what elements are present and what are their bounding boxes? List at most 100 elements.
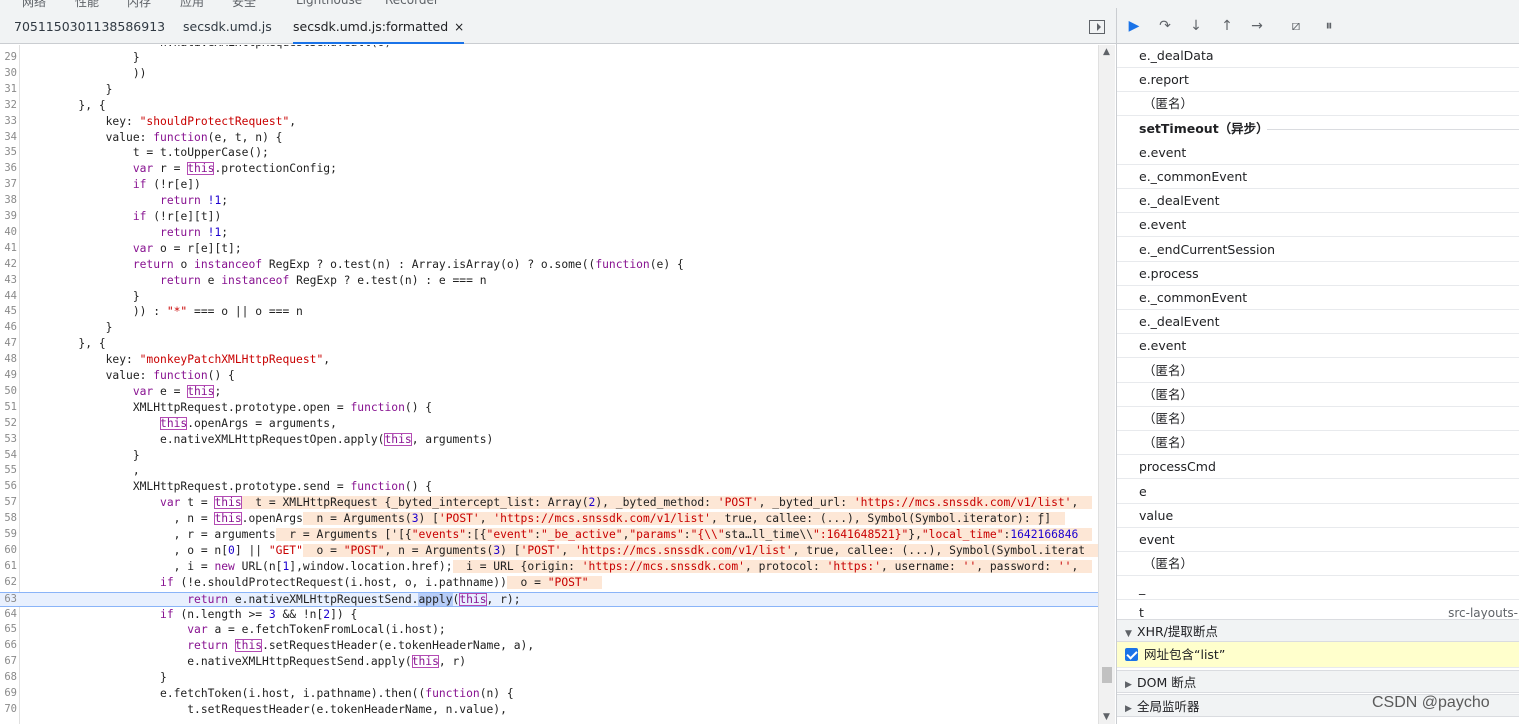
line-number[interactable]: 46 bbox=[0, 321, 17, 333]
line-number[interactable]: 60 bbox=[0, 544, 17, 556]
step-icon[interactable]: → bbox=[1248, 18, 1266, 34]
line-number[interactable]: 52 bbox=[0, 417, 17, 429]
scroll-thumb[interactable] bbox=[1102, 667, 1112, 683]
call-frame[interactable]: e.report bbox=[1117, 68, 1519, 93]
code-line[interactable]: 46 } bbox=[0, 321, 1098, 337]
code-line[interactable]: 51 XMLHttpRequest.prototype.open = funct… bbox=[0, 401, 1098, 417]
step-out-icon[interactable]: ↑ bbox=[1218, 18, 1236, 34]
line-number[interactable]: 33 bbox=[0, 115, 17, 127]
call-frame[interactable]: e._dealEvent bbox=[1117, 310, 1519, 335]
code-line[interactable]: 70 t.setRequestHeader(e.tokenHeaderName,… bbox=[0, 703, 1098, 719]
code-line[interactable]: 41 var o = r[e][t]; bbox=[0, 242, 1098, 258]
code-line[interactable]: 50 var e = this; bbox=[0, 384, 1098, 401]
line-number[interactable]: 55 bbox=[0, 464, 17, 476]
line-number[interactable]: 30 bbox=[0, 67, 17, 79]
code-line[interactable]: 29 } bbox=[0, 51, 1098, 67]
code-line[interactable]: 48 key: "monkeyPatchXMLHttpRequest", bbox=[0, 353, 1098, 369]
panel-tab[interactable]: Lighthouse bbox=[296, 0, 362, 7]
call-frame[interactable]: （匿名） bbox=[1117, 383, 1519, 407]
code-line[interactable]: 61 , i = new URL(n[1],window.location.hr… bbox=[0, 559, 1098, 576]
code-line[interactable]: 52 this.openArgs = arguments, bbox=[0, 416, 1098, 433]
code-line[interactable]: 43 return e instanceof RegExp ? e.test(n… bbox=[0, 274, 1098, 290]
code-line[interactable]: 57 var t = this t = XMLHttpRequest {_byt… bbox=[0, 496, 1098, 512]
line-number[interactable]: 57 bbox=[0, 496, 17, 508]
line-number[interactable]: 59 bbox=[0, 528, 17, 540]
call-frame[interactable]: processCmd bbox=[1117, 455, 1519, 480]
code-line[interactable]: 30 )) bbox=[0, 67, 1098, 83]
line-number[interactable]: 54 bbox=[0, 449, 17, 461]
call-frame[interactable]: e.process bbox=[1117, 262, 1519, 286]
line-number[interactable]: 44 bbox=[0, 290, 17, 302]
code-line[interactable]: 36 var r = this.protectionConfig; bbox=[0, 162, 1098, 178]
dom-breakpoints-header[interactable]: ▶ DOM 断点 bbox=[1117, 670, 1519, 693]
call-frame[interactable]: （匿名） bbox=[1117, 407, 1519, 431]
line-number[interactable]: 35 bbox=[0, 146, 17, 158]
call-frame[interactable]: e._commonEvent bbox=[1117, 286, 1519, 310]
code-line[interactable]: 67 e.nativeXMLHttpRequestSend.apply(this… bbox=[0, 655, 1098, 671]
code-line[interactable]: 32 }, { bbox=[0, 99, 1098, 115]
scroll-up-icon[interactable]: ▲ bbox=[1103, 47, 1110, 57]
code-line[interactable]: 31 } bbox=[0, 83, 1098, 99]
editor-scrollbar[interactable]: ▲ ▼ bbox=[1098, 45, 1115, 724]
code-line[interactable]: 49 value: function() { bbox=[0, 369, 1098, 385]
code-line[interactable]: 40 return !1; bbox=[0, 226, 1098, 242]
call-frame[interactable]: e.event bbox=[1117, 213, 1519, 238]
line-number[interactable]: 34 bbox=[0, 131, 17, 143]
line-number[interactable]: 38 bbox=[0, 194, 17, 206]
call-frame[interactable]: （匿名） bbox=[1117, 359, 1519, 383]
line-number[interactable]: 49 bbox=[0, 369, 17, 381]
code-line[interactable]: 47 }, { bbox=[0, 337, 1098, 353]
step-over-icon[interactable]: ↷ bbox=[1156, 18, 1174, 34]
call-frame[interactable]: e._dealEvent bbox=[1117, 189, 1519, 214]
line-number[interactable]: 42 bbox=[0, 258, 17, 270]
line-number[interactable]: 65 bbox=[0, 623, 17, 635]
line-number[interactable]: 56 bbox=[0, 480, 17, 492]
line-number[interactable]: 68 bbox=[0, 671, 17, 683]
line-number[interactable]: 70 bbox=[0, 703, 17, 715]
call-frame[interactable]: _ bbox=[1117, 576, 1519, 601]
call-frame[interactable]: e._commonEvent bbox=[1117, 165, 1519, 189]
code-line[interactable]: 55 , bbox=[0, 464, 1098, 480]
code-line[interactable]: 60 , o = n[0] || "GET" o = "POST", n = A… bbox=[0, 543, 1098, 560]
line-number[interactable]: 43 bbox=[0, 274, 17, 286]
panel-tab[interactable]: 安全 bbox=[232, 0, 256, 8]
call-frame[interactable]: value bbox=[1117, 504, 1519, 528]
call-frame[interactable]: e.event bbox=[1117, 141, 1519, 165]
code-line[interactable]: 68 } bbox=[0, 671, 1098, 687]
call-frame[interactable]: （匿名） bbox=[1117, 92, 1519, 117]
call-frame[interactable]: e._dealData bbox=[1117, 44, 1519, 68]
scroll-down-icon[interactable]: ▼ bbox=[1103, 712, 1110, 722]
line-number[interactable]: 50 bbox=[0, 385, 17, 397]
xhr-breakpoints-header[interactable]: ▼ XHR/提取断点 bbox=[1117, 619, 1519, 642]
line-number[interactable]: 48 bbox=[0, 353, 17, 365]
line-number[interactable]: 32 bbox=[0, 99, 17, 111]
panel-tab[interactable]: 网络 bbox=[22, 0, 46, 8]
toggle-debugger-icon[interactable] bbox=[1089, 20, 1105, 34]
call-frame[interactable]: event bbox=[1117, 528, 1519, 552]
panel-tab[interactable]: 应用 bbox=[180, 0, 204, 8]
code-line[interactable]: 56 XMLHttpRequest.prototype.send = funct… bbox=[0, 480, 1098, 496]
code-editor[interactable]: n.nativeXMLHttpRequestSend.call(o)29 }30… bbox=[0, 45, 1098, 724]
call-frame[interactable]: e._endCurrentSession bbox=[1117, 238, 1519, 262]
line-number[interactable]: 67 bbox=[0, 655, 17, 667]
tab-file-3-active[interactable]: secsdk.umd.js:formatted × bbox=[293, 8, 465, 44]
line-number[interactable]: 29 bbox=[0, 51, 17, 63]
checkbox-checked[interactable] bbox=[1125, 648, 1138, 661]
line-number[interactable]: 64 bbox=[0, 608, 17, 620]
panel-tab[interactable]: 性能 bbox=[75, 0, 99, 8]
line-number[interactable]: 45 bbox=[0, 305, 17, 317]
line-number[interactable]: 39 bbox=[0, 210, 17, 222]
line-number[interactable]: 40 bbox=[0, 226, 17, 238]
current-execution-line[interactable]: 63 return e.nativeXMLHttpRequestSend.app… bbox=[0, 591, 1098, 608]
step-into-icon[interactable]: ↓ bbox=[1187, 18, 1205, 34]
code-line[interactable]: 42 return o instanceof RegExp ? o.test(n… bbox=[0, 258, 1098, 274]
tab-file-1[interactable]: 7051150301138586913 bbox=[14, 8, 165, 44]
code-line[interactable]: 64 if (n.length >= 3 && !n[2]) { bbox=[0, 608, 1098, 624]
line-number[interactable]: 31 bbox=[0, 83, 17, 95]
code-line[interactable]: 69 e.fetchToken(i.host, i.pathname).then… bbox=[0, 687, 1098, 703]
code-line[interactable]: 58 , n = this.openArgs n = Arguments(3) … bbox=[0, 512, 1098, 528]
code-line[interactable]: 38 return !1; bbox=[0, 194, 1098, 210]
line-number[interactable]: 69 bbox=[0, 687, 17, 699]
close-icon[interactable]: × bbox=[454, 20, 464, 34]
resume-icon[interactable]: ▶︎ bbox=[1125, 18, 1143, 34]
